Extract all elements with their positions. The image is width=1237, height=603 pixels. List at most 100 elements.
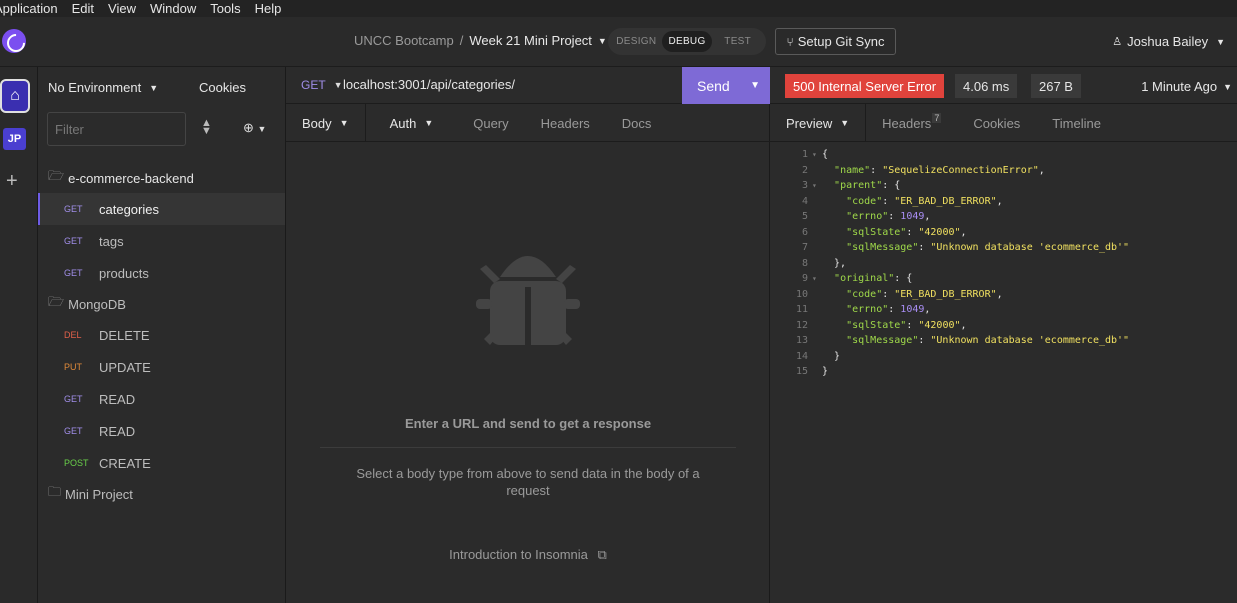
breadcrumb-separator: /: [459, 33, 464, 48]
mode-debug[interactable]: DEBUG: [661, 31, 713, 52]
tab-auth[interactable]: Auth ▼: [366, 104, 450, 142]
chevron-down-icon[interactable]: ▼: [598, 36, 607, 46]
request-item[interactable]: GET tags: [38, 225, 285, 257]
response-body[interactable]: 1 ▾{2 "name": "SequelizeConnectionError",…: [770, 147, 1237, 380]
code-line: 13 "sqlMessage": "Unknown database 'ecom…: [770, 333, 1237, 349]
tab-cookies[interactable]: Cookies: [957, 104, 1036, 142]
response-size-badge: 267 B: [1031, 74, 1081, 98]
setup-git-sync-button[interactable]: ⑂ Setup Git Sync: [775, 28, 896, 55]
request-name: tags: [99, 233, 124, 249]
chevron-down-icon: ▼: [1223, 81, 1232, 92]
fold-arrow-icon[interactable]: ▾: [812, 181, 822, 190]
user-menu[interactable]: ♙ Joshua Bailey ▼: [1112, 34, 1225, 49]
filter-input[interactable]: Filter: [47, 112, 186, 146]
request-item[interactable]: DEL DELETE: [38, 319, 285, 351]
request-method: PUT: [64, 362, 82, 372]
cookies-button[interactable]: Cookies: [199, 80, 246, 95]
top-bar: UNCC Bootcamp / Week 21 Mini Project ▼ D…: [0, 17, 1237, 67]
code-line: 8 },: [770, 256, 1237, 272]
folder-e-commerce-backend[interactable]: 🗁 e-commerce-backend: [38, 163, 285, 193]
line-number: 1: [801, 149, 808, 161]
request-tabs: Body ▼ Auth ▼ Query Headers Docs: [286, 104, 770, 142]
tab-headers[interactable]: Headers: [525, 104, 606, 142]
insomnia-logo-icon[interactable]: [2, 29, 26, 53]
add-request-button[interactable]: ⊕ ▼: [243, 120, 266, 136]
folder-open-icon: 🗁: [48, 168, 65, 183]
request-name: DELETE: [99, 327, 150, 343]
code-line: 12 "sqlState": "42000",: [770, 318, 1237, 334]
breadcrumb-org[interactable]: UNCC Bootcamp: [354, 33, 454, 48]
request-name: UPDATE: [99, 359, 151, 375]
menu-view[interactable]: View: [108, 1, 136, 16]
chevron-down-icon: ▼: [149, 82, 159, 93]
tab-body[interactable]: Body ▼: [286, 104, 366, 142]
menu-application[interactable]: Application: [0, 1, 58, 16]
chevron-down-icon: ▼: [333, 80, 343, 90]
menu-window[interactable]: Window: [150, 1, 196, 16]
code-text: }: [822, 350, 841, 362]
code-text: "parent": {: [834, 180, 901, 192]
history-label: 1 Minute Ago: [1141, 79, 1218, 94]
send-button[interactable]: Send ▼: [682, 67, 770, 104]
tab-headers[interactable]: Headers 7: [866, 104, 957, 142]
plus-icon[interactable]: +: [6, 170, 18, 193]
method-select[interactable]: GET ▼: [301, 78, 343, 92]
git-sync-label: Setup Git Sync: [797, 34, 885, 49]
line-number: 10: [795, 288, 808, 300]
environment-select[interactable]: No Environment ▼: [48, 80, 158, 95]
tab-docs[interactable]: Docs: [606, 104, 668, 142]
tab-label: Preview: [786, 115, 833, 131]
workspace-avatar[interactable]: JP: [3, 128, 26, 150]
menu-help[interactable]: Help: [255, 1, 282, 16]
chevron-down-icon[interactable]: ▼: [750, 80, 760, 91]
code-line: 9 ▾ "original": {: [770, 271, 1237, 287]
menu-edit[interactable]: Edit: [72, 1, 94, 16]
request-method: POST: [64, 458, 89, 468]
request-item[interactable]: GET READ: [38, 383, 285, 415]
chevron-down-icon: ▼: [257, 124, 267, 134]
response-tabs: Preview ▼ Headers 7 Cookies Timeline: [770, 104, 1237, 142]
url-input[interactable]: localhost:3001/api/categories/: [343, 77, 515, 92]
empty-state-title: Enter a URL and send to get a response: [404, 416, 652, 431]
request-item[interactable]: GET READ: [38, 415, 285, 447]
request-method: GET: [64, 268, 83, 278]
chevron-down-icon: ▼: [1216, 36, 1225, 47]
request-name: CREATE: [99, 455, 151, 471]
status-badge: 500 Internal Server Error: [785, 74, 945, 98]
tab-label: Headers: [882, 115, 932, 131]
tab-label: Auth: [389, 115, 417, 131]
menu-tools[interactable]: Tools: [210, 1, 240, 16]
request-name: categories: [99, 201, 159, 217]
tab-label: Body: [302, 115, 332, 131]
folder-mini-project[interactable]: 🗀 Mini Project: [38, 479, 285, 509]
fold-arrow-icon[interactable]: ▾: [812, 150, 822, 159]
request-item[interactable]: PUT UPDATE: [38, 351, 285, 383]
code-text: "code": "ER_BAD_DB_ERROR",: [846, 195, 1003, 207]
intro-link[interactable]: Introduction to Insomnia ⧉: [286, 547, 770, 563]
tab-preview[interactable]: Preview ▼: [770, 104, 867, 142]
fold-arrow-icon[interactable]: ▾: [812, 274, 822, 283]
line-number: 3: [801, 180, 808, 192]
folder-mongodb[interactable]: 🗁 MongoDB: [38, 289, 285, 319]
home-icon[interactable]: ⌂: [0, 79, 30, 113]
request-item[interactable]: GET categories: [38, 193, 285, 225]
breadcrumb-project[interactable]: Week 21 Mini Project: [469, 33, 592, 48]
divider: [320, 447, 736, 448]
request-item[interactable]: POST CREATE: [38, 447, 285, 479]
method-label: GET: [301, 78, 326, 92]
send-label: Send: [697, 77, 730, 94]
bug-icon: [476, 256, 580, 345]
tab-timeline[interactable]: Timeline: [1036, 104, 1117, 142]
request-item[interactable]: GET products: [38, 257, 285, 289]
history-dropdown[interactable]: 1 Minute Ago ▼: [1141, 79, 1232, 94]
code-line: 5 "errno": 1049,: [770, 209, 1237, 225]
code-text: "errno": 1049,: [846, 304, 931, 316]
code-text: "sqlState": "42000",: [846, 226, 967, 238]
code-line: 11 "errno": 1049,: [770, 302, 1237, 318]
mode-design[interactable]: DESIGN: [611, 36, 662, 47]
tab-query[interactable]: Query: [449, 104, 524, 142]
response-time-badge: 4.06 ms: [955, 74, 1018, 98]
sort-icon[interactable]: ▲ ▼: [201, 118, 212, 137]
mode-test[interactable]: TEST: [712, 36, 763, 47]
folder-label: MongoDB: [68, 296, 126, 312]
